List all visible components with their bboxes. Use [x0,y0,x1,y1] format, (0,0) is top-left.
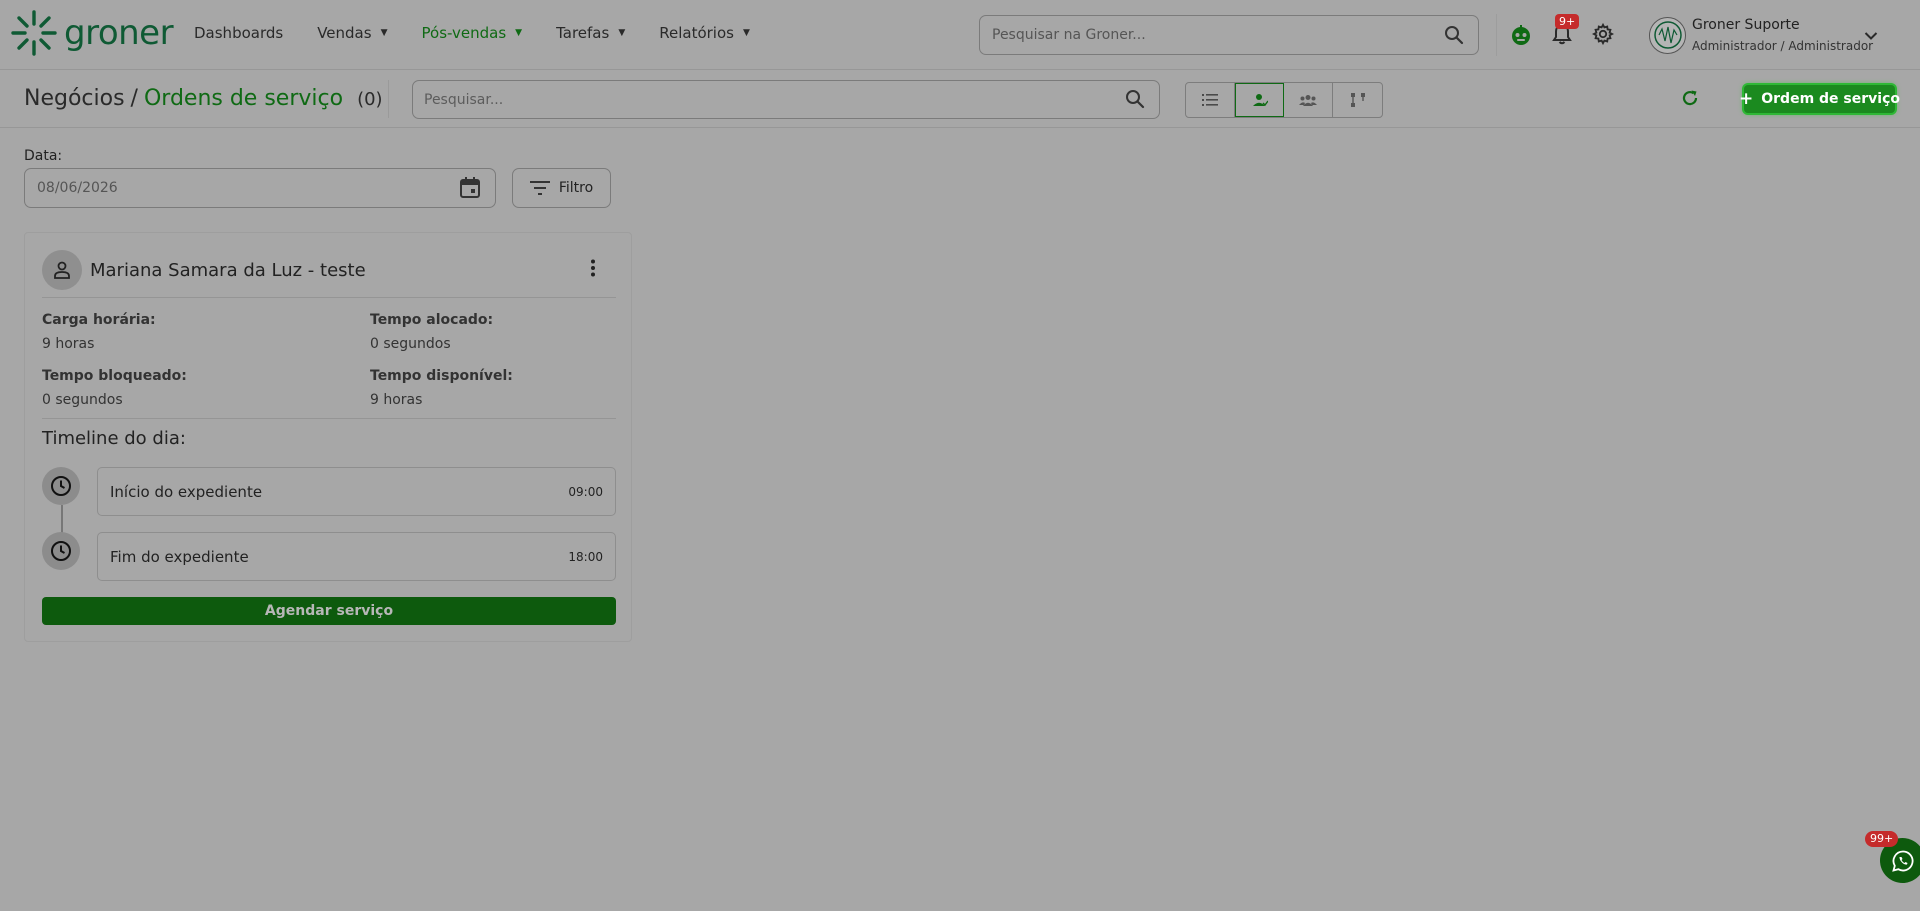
stat-label: Tempo bloqueado: [42,368,187,384]
nav-label: Dashboards [194,24,284,42]
nav-item-dashboards[interactable]: Dashboards [194,24,283,42]
toolbar-divider [388,80,389,118]
stat-value: 0 segundos [42,392,123,408]
clock-icon [42,467,80,505]
clock-icon [42,532,80,570]
notifications-badge: 9+ [1555,14,1580,29]
nav-item-relatorios[interactable]: Relatórios ▼ [659,24,750,42]
stat-value: 9 horas [370,392,423,408]
user-name: Groner Suporte [1692,17,1800,33]
schedule-service-button[interactable]: Agendar serviço [42,597,616,625]
card-divider [42,418,616,419]
top-bar: groner Dashboards Vendas ▼ Pós-vendas ▼ Ta… [0,0,1920,70]
nav-label: Pós-vendas [421,24,507,42]
card-divider [42,297,616,298]
global-search-input[interactable] [992,27,1432,43]
whatsapp-icon [1891,850,1913,872]
search-icon[interactable] [1125,89,1145,113]
breadcrumb-root[interactable]: Negócios [24,86,125,111]
team-view-button[interactable] [1284,83,1333,117]
timeline-title: Timeline do dia: [42,428,186,449]
timeline-item: Início do expediente 09:00 [97,467,616,516]
stat-carga-horaria: Carga horária: 9 horas [42,311,156,353]
filter-button[interactable]: Filtro [512,168,611,208]
stat-value: 0 segundos [370,336,451,352]
card-header: Mariana Samara da Luz - teste [42,250,366,290]
nav-label: Vendas [317,24,372,42]
refresh-icon[interactable] [1680,88,1700,112]
user-avatar-icon [1653,21,1682,49]
whatsapp-badge: 99+ [1865,831,1899,847]
stat-value: 9 horas [42,336,95,352]
stat-label: Carga horária: [42,312,156,328]
brand-name: groner [64,13,174,53]
groner-logo-icon [11,10,57,56]
groner-logo[interactable]: groner [10,9,174,57]
stat-tempo-alocado: Tempo alocado: 0 segundos [370,311,493,353]
date-value: 08/06/2026 [37,180,118,196]
nav-item-tarefas[interactable]: Tarefas ▼ [556,24,625,42]
nav-label: Tarefas [556,24,610,42]
person-view-button[interactable] [1235,83,1284,117]
caret-down-icon: ▼ [618,28,626,38]
search-icon[interactable] [1444,25,1464,49]
caret-down-icon: ▼ [515,28,523,38]
flow-view-button[interactable] [1333,83,1382,117]
timeline-connector [61,505,63,535]
person-view-icon [1252,94,1268,107]
caret-down-icon: ▼ [380,28,388,38]
person-icon [42,250,82,290]
timeline-item-label: Fim do expediente [110,547,249,566]
caret-down-icon: ▼ [742,28,750,38]
list-view-icon [1202,94,1218,106]
new-service-order-label: Ordem de serviço [1761,91,1900,107]
orders-count: (0) [357,89,383,110]
new-service-order-button[interactable]: + Ordem de serviço [1739,85,1900,113]
filter-icon [529,181,550,195]
filter-label: Filtro [558,180,594,196]
user-role: Administrador / Administrador [1692,39,1874,53]
nav-label: Relatórios [659,24,734,42]
technician-name: Mariana Samara da Luz - teste [90,259,366,281]
orders-search [412,80,1160,119]
orders-search-input[interactable] [424,91,1104,108]
topbar-divider [1496,14,1497,56]
nav-item-vendas[interactable]: Vendas ▼ [317,24,387,42]
breadcrumb: Negócios / Ordens de serviço (0) [24,86,383,111]
timeline-item: Fim do expediente 18:00 [97,532,616,581]
date-field[interactable]: 08/06/2026 [24,168,496,208]
nav-item-pos-vendas[interactable]: Pós-vendas ▼ [422,24,523,42]
chevron-down-icon[interactable] [1864,26,1878,45]
date-label: Data: [24,148,63,164]
global-search [979,15,1479,55]
stat-label: Tempo alocado: [370,312,494,328]
timeline-item-time: 18:00 [568,549,603,564]
view-mode-switcher [1185,82,1383,118]
avatar [1649,16,1686,54]
settings-gear-icon[interactable] [1591,22,1615,49]
timeline-item-label: Início do expediente [110,482,263,501]
stat-tempo-disponivel: Tempo disponível: 9 horas [370,367,513,409]
list-view-button[interactable] [1186,83,1235,117]
main-nav: Dashboards Vendas ▼ Pós-vendas ▼ Tarefas ▼ … [194,24,784,42]
stat-tempo-bloqueado: Tempo bloqueado: 0 segundos [42,367,187,409]
technician-card: Mariana Samara da Luz - teste Carga horá… [24,232,632,642]
assistant-robot-icon[interactable] [1510,24,1532,50]
team-view-icon [1299,95,1317,106]
timeline-item-time: 09:00 [568,484,603,499]
page-title: Ordens de serviço [143,86,344,111]
plus-icon: + [1739,89,1754,109]
breadcrumb-separator: / [130,86,138,111]
flow-view-icon [1350,93,1365,107]
stat-label: Tempo disponível: [370,368,513,384]
user-info: Groner Suporte Administrador / Administr… [1692,15,1873,55]
user-menu[interactable]: Groner Suporte Administrador / Administr… [1649,15,1873,55]
more-options-icon[interactable] [590,259,596,281]
calendar-icon[interactable] [460,177,480,203]
